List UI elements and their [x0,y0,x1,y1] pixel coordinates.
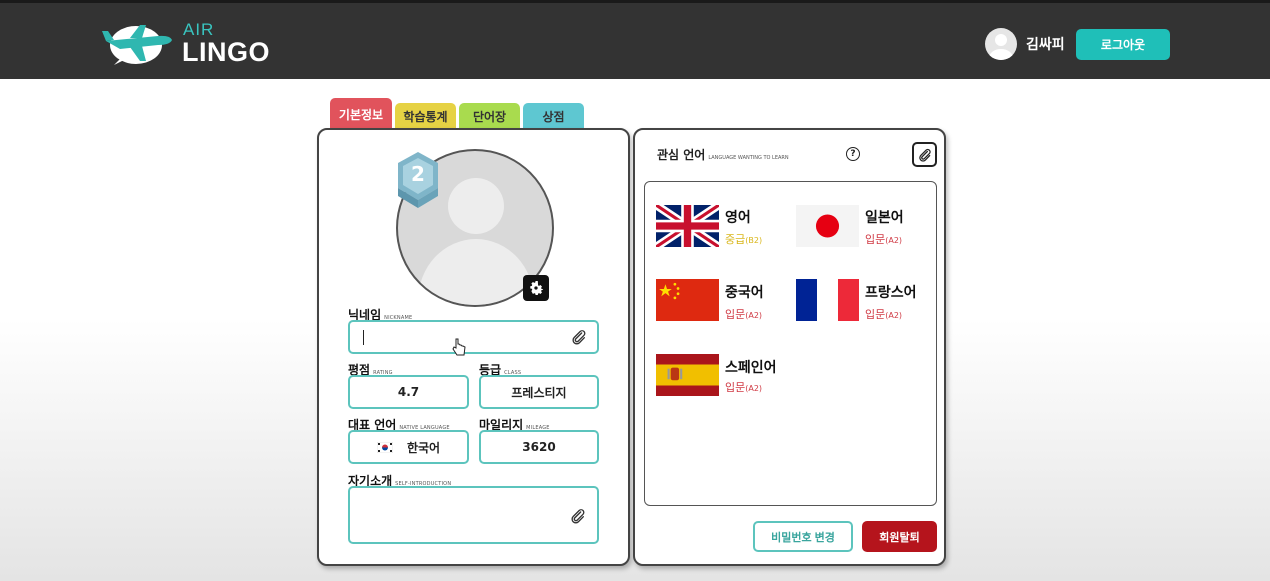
user-name: 김싸피 [1026,37,1065,53]
native-language-value: 한국어 [406,440,441,455]
level-number: 2 [411,162,425,186]
rating-value: 4.7 [348,375,469,409]
language-name-chinese: 중국어 [725,285,764,301]
language-name-english: 영어 [725,210,751,226]
airplane-logo-icon [102,25,172,65]
tab-basic-info[interactable]: 기본정보 [330,98,392,131]
native-language-field: 한국어 [348,430,469,464]
tab-learning-stats[interactable]: 학습통계 [395,103,456,129]
interest-languages-title: 관심 언어 LANGUAGE WANTING TO LEARN [657,148,789,162]
china-flag-icon [656,279,719,321]
nickname-field[interactable] [348,320,599,354]
help-icon[interactable]: ? [846,147,860,161]
withdraw-membership-button[interactable]: 회원탈퇴 [862,521,937,552]
mileage-value: 3620 [479,430,599,464]
france-flag-icon [796,279,859,321]
class-value: 프레스티지 [479,375,599,409]
gear-icon [530,280,544,296]
air-lingo-logo[interactable]: AIR LINGO [100,17,290,69]
korea-flag-icon [376,441,393,453]
language-name-japanese: 일본어 [865,210,904,226]
language-level-spanish: 입문(A2) [725,381,763,394]
top-navigation-bar: AIR LINGO 김싸피 로그아웃 [0,0,1270,79]
tab-shop[interactable]: 상점 [523,103,584,129]
language-level-french: 입문(A2) [865,308,903,321]
profile-settings-button[interactable] [523,275,549,301]
spain-flag-icon [656,354,719,396]
logout-button[interactable]: 로그아웃 [1076,29,1170,60]
paperclip-edit-icon[interactable] [571,329,587,345]
tab-vocabulary[interactable]: 단어장 [459,103,520,129]
language-level-english: 중급(B2) [725,233,763,246]
tab-label: 학습통계 [403,109,448,124]
change-password-button[interactable]: 비밀번호 변경 [753,521,853,552]
user-avatar-icon [989,34,1013,60]
language-level-japanese: 입문(A2) [865,233,903,246]
user-avatar[interactable] [985,28,1017,60]
tab-label: 기본정보 [338,108,384,122]
paperclip-edit-icon [918,148,931,162]
language-name-french: 프랑스어 [865,285,917,301]
self-introduction-field[interactable] [348,486,599,544]
tab-label: 상점 [542,109,565,124]
logo-lingo-text: LINGO [182,37,270,67]
uk-flag-icon [656,205,719,247]
language-level-chinese: 입문(A2) [725,308,763,321]
edit-interests-button[interactable] [912,142,937,167]
language-name-spanish: 스페인어 [725,360,777,376]
text-caret [363,330,364,345]
paperclip-edit-icon[interactable] [570,508,586,524]
tab-label: 단어장 [472,109,507,124]
mouse-cursor-hand-icon [452,338,466,356]
japan-flag-icon [796,205,859,247]
